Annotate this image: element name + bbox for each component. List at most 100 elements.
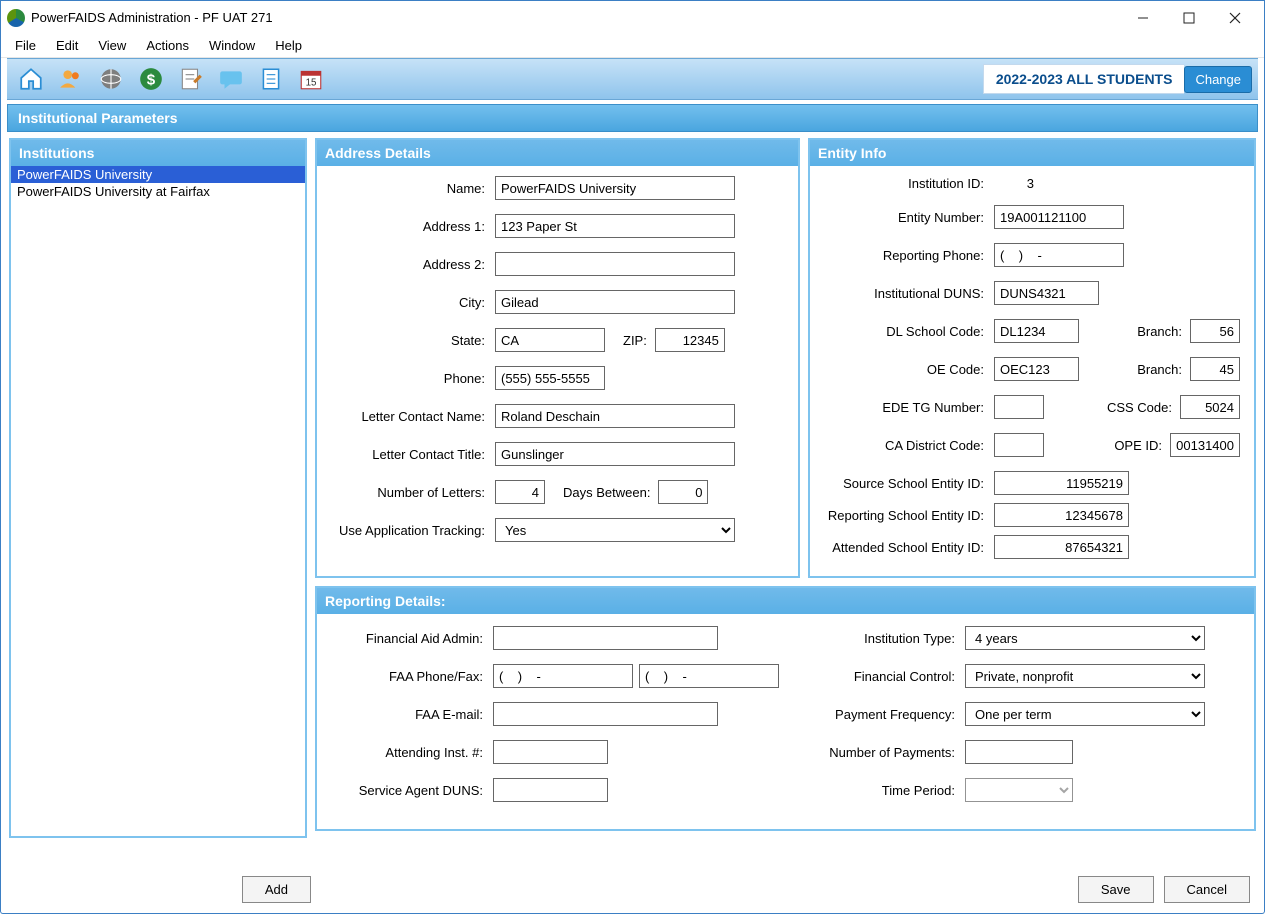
close-button[interactable] [1212, 4, 1258, 32]
faa-email-label: FAA E-mail: [335, 707, 493, 722]
institutions-header: Institutions [11, 140, 305, 166]
money-icon[interactable]: $ [133, 62, 169, 96]
name-label: Name: [331, 181, 495, 196]
city-label: City: [331, 295, 495, 310]
ope-id-input[interactable] [1170, 433, 1240, 457]
institutions-list: PowerFAIDS University PowerFAIDS Univers… [11, 166, 305, 836]
ede-tg-input[interactable] [994, 395, 1044, 419]
payment-frequency-select[interactable]: One per term [965, 702, 1205, 726]
globe-icon[interactable] [93, 62, 129, 96]
titlebar: PowerFAIDS Administration - PF UAT 271 [1, 0, 1264, 34]
institution-id-value: 3 [994, 176, 1034, 191]
phone-label: Phone: [331, 371, 495, 386]
branch1-input[interactable] [1190, 319, 1240, 343]
list-item[interactable]: PowerFAIDS University [11, 166, 305, 183]
menu-window[interactable]: Window [201, 36, 263, 55]
menu-file[interactable]: File [7, 36, 44, 55]
name-input[interactable] [495, 176, 735, 200]
letter-contact-title-input[interactable] [495, 442, 735, 466]
toolbar: $ 15 2022-2023 ALL STUDENTS Change [7, 58, 1258, 100]
financial-control-select[interactable]: Private, nonprofit [965, 664, 1205, 688]
add-button[interactable]: Add [242, 876, 311, 903]
source-school-input[interactable] [994, 471, 1129, 495]
time-period-label: Time Period: [807, 783, 965, 798]
time-period-select[interactable] [965, 778, 1073, 802]
address1-input[interactable] [495, 214, 735, 238]
cancel-button[interactable]: Cancel [1164, 876, 1250, 903]
entity-number-label: Entity Number: [824, 210, 994, 225]
institutional-duns-label: Institutional DUNS: [824, 286, 994, 301]
days-between-label: Days Between: [563, 485, 650, 500]
app-icon [7, 9, 25, 27]
attended-school-label: Attended School Entity ID: [824, 540, 994, 555]
home-icon[interactable] [13, 62, 49, 96]
branch2-input[interactable] [1190, 357, 1240, 381]
entity-header: Entity Info [810, 140, 1254, 166]
chat-icon[interactable] [213, 62, 249, 96]
menu-help[interactable]: Help [267, 36, 310, 55]
faa-fax-input[interactable] [639, 664, 779, 688]
people-icon[interactable] [53, 62, 89, 96]
institution-id-label: Institution ID: [824, 176, 994, 191]
service-agent-duns-input[interactable] [493, 778, 608, 802]
menu-view[interactable]: View [90, 36, 134, 55]
menu-edit[interactable]: Edit [48, 36, 86, 55]
branch2-label: Branch: [1137, 362, 1182, 377]
fa-admin-label: Financial Aid Admin: [335, 631, 493, 646]
phone-input[interactable] [495, 366, 605, 390]
reporting-header: Reporting Details: [317, 588, 1254, 614]
css-code-label: CSS Code: [1107, 400, 1172, 415]
svg-text:$: $ [147, 71, 156, 88]
calendar-icon[interactable]: 15 [293, 62, 329, 96]
menu-actions[interactable]: Actions [138, 36, 197, 55]
form-icon[interactable] [173, 62, 209, 96]
oe-code-input[interactable] [994, 357, 1079, 381]
reporting-school-input[interactable] [994, 503, 1129, 527]
faa-email-input[interactable] [493, 702, 718, 726]
menubar: File Edit View Actions Window Help [1, 34, 1264, 58]
window-title: PowerFAIDS Administration - PF UAT 271 [31, 10, 273, 25]
entity-number-input[interactable] [994, 205, 1124, 229]
attending-inst-label: Attending Inst. #: [335, 745, 493, 760]
letter-contact-title-label: Letter Contact Title: [331, 447, 495, 462]
institution-type-label: Institution Type: [807, 631, 965, 646]
state-label: State: [331, 333, 495, 348]
reporting-phone-label: Reporting Phone: [824, 248, 994, 263]
css-code-input[interactable] [1180, 395, 1240, 419]
letter-contact-name-input[interactable] [495, 404, 735, 428]
document-icon[interactable] [253, 62, 289, 96]
address1-label: Address 1: [331, 219, 495, 234]
city-input[interactable] [495, 290, 735, 314]
service-agent-duns-label: Service Agent DUNS: [335, 783, 493, 798]
oe-code-label: OE Code: [824, 362, 994, 377]
address2-input[interactable] [495, 252, 735, 276]
institution-type-select[interactable]: 4 years [965, 626, 1205, 650]
reporting-phone-input[interactable] [994, 243, 1124, 267]
attending-inst-input[interactable] [493, 740, 608, 764]
reporting-school-label: Reporting School Entity ID: [824, 508, 994, 523]
number-payments-input[interactable] [965, 740, 1073, 764]
num-letters-input[interactable] [495, 480, 545, 504]
app-tracking-select[interactable]: Yes [495, 518, 735, 542]
attended-school-input[interactable] [994, 535, 1129, 559]
zip-input[interactable] [655, 328, 725, 352]
minimize-button[interactable] [1120, 4, 1166, 32]
state-input[interactable] [495, 328, 605, 352]
fa-admin-input[interactable] [493, 626, 718, 650]
address-header: Address Details [317, 140, 798, 166]
institutional-duns-input[interactable] [994, 281, 1099, 305]
faa-phone-input[interactable] [493, 664, 633, 688]
source-school-label: Source School Entity ID: [824, 476, 994, 491]
list-item[interactable]: PowerFAIDS University at Fairfax [11, 183, 305, 200]
ca-district-label: CA District Code: [824, 438, 994, 453]
save-button[interactable]: Save [1078, 876, 1154, 903]
change-button[interactable]: Change [1184, 66, 1252, 93]
ca-district-input[interactable] [994, 433, 1044, 457]
maximize-button[interactable] [1166, 4, 1212, 32]
svg-text:15: 15 [306, 78, 317, 89]
num-letters-label: Number of Letters: [331, 485, 495, 500]
dl-school-code-input[interactable] [994, 319, 1079, 343]
zip-label: ZIP: [623, 333, 647, 348]
days-between-input[interactable] [658, 480, 708, 504]
app-tracking-label: Use Application Tracking: [331, 523, 495, 538]
